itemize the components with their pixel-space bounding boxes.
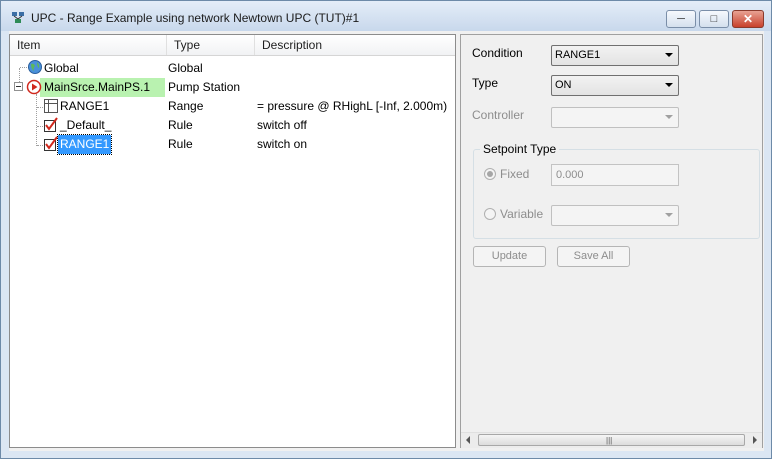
scroll-left-icon[interactable]: [466, 436, 470, 444]
tree-item-label: _Default_: [60, 118, 112, 132]
tree-item-label-selected: RANGE1: [56, 134, 113, 155]
fixed-value-input[interactable]: 0.000: [551, 164, 679, 186]
scroll-right-icon[interactable]: [753, 436, 757, 444]
minimize-icon: ─: [677, 13, 685, 25]
type-label: Type: [472, 76, 499, 90]
save-all-button[interactable]: Save All: [557, 246, 630, 267]
app-network-icon: [12, 12, 24, 23]
pump-station-icon: [26, 79, 42, 95]
condition-value: RANGE1: [555, 49, 601, 61]
tree-item-label: MainSrce.MainPS.1: [44, 80, 151, 94]
checkbox-checked-icon: [44, 117, 58, 132]
chevron-down-icon: [665, 83, 673, 87]
column-header-description[interactable]: Description: [255, 35, 455, 55]
condition-label: Condition: [472, 46, 523, 60]
tree-row-default-rule[interactable]: _Default_ Rule switch off: [10, 116, 455, 135]
grip-icon: |||: [606, 436, 613, 445]
tree-list-view[interactable]: Item Type Description Global Global Main…: [9, 34, 456, 448]
main-window: UPC - Range Example using network Newtow…: [0, 0, 772, 459]
range-grid-icon: [44, 99, 58, 113]
tree-type-label: Range: [168, 99, 204, 113]
title-bar[interactable]: UPC - Range Example using network Newtow…: [1, 1, 771, 31]
tree-row-global[interactable]: Global Global: [10, 59, 455, 78]
variable-radio[interactable]: [484, 208, 496, 220]
tree-description-label: switch on: [257, 137, 308, 151]
type-dropdown[interactable]: ON: [551, 75, 679, 96]
tree-item-label: Global: [44, 61, 79, 75]
tree-row-pump-station[interactable]: MainSrce.MainPS.1 Pump Station: [10, 78, 455, 97]
controller-dropdown[interactable]: [551, 107, 679, 128]
fixed-value: 0.000: [556, 169, 584, 181]
condition-dropdown[interactable]: RANGE1: [551, 45, 679, 66]
globe-icon: [28, 60, 42, 74]
setpoint-type-label: Setpoint Type: [480, 142, 560, 156]
maximize-icon: □: [710, 13, 718, 25]
column-header-item[interactable]: Item: [10, 35, 167, 55]
window-title: UPC - Range Example using network Newtow…: [31, 11, 360, 25]
tree-row-range[interactable]: RANGE1 Range = pressure @ RHighL [-Inf, …: [10, 97, 455, 116]
tree-type-label: Rule: [168, 137, 193, 151]
update-button[interactable]: Update: [473, 246, 546, 267]
horizontal-scrollbar[interactable]: |||: [461, 432, 762, 448]
tree-item-label: RANGE1: [60, 99, 110, 113]
checkbox-checked-icon: [44, 136, 58, 151]
controller-label: Controller: [472, 108, 525, 122]
tree-type-label: Global: [168, 61, 203, 75]
client-area: Item Type Description Global Global Main…: [9, 31, 764, 451]
fixed-label: Fixed: [500, 167, 530, 181]
type-value: ON: [555, 79, 572, 91]
chevron-down-icon: [665, 53, 673, 57]
close-button[interactable]: ✕: [732, 10, 764, 28]
chevron-down-icon: [665, 213, 673, 217]
column-header-type[interactable]: Type: [167, 35, 255, 55]
properties-panel: Condition RANGE1 Type ON Controller Setp…: [460, 34, 763, 448]
tree-type-label: Pump Station: [168, 80, 241, 94]
close-icon: ✕: [742, 12, 754, 26]
chevron-down-icon: [665, 115, 673, 119]
variable-label: Variable: [500, 207, 544, 221]
variable-dropdown[interactable]: [551, 205, 679, 226]
tree-row-range-rule[interactable]: RANGE1 Rule switch on: [10, 134, 455, 155]
tree-type-label: Rule: [168, 118, 193, 132]
fixed-radio[interactable]: [484, 168, 496, 180]
maximize-button[interactable]: □: [699, 10, 729, 28]
minimize-button[interactable]: ─: [666, 10, 696, 28]
column-header: Item Type Description: [10, 35, 455, 56]
collapse-toggle[interactable]: [14, 82, 23, 91]
tree-description-label: switch off: [257, 118, 307, 132]
scrollbar-thumb[interactable]: |||: [478, 434, 745, 446]
tree-description-label: = pressure @ RHighL [-Inf, 2.000m): [257, 99, 448, 113]
